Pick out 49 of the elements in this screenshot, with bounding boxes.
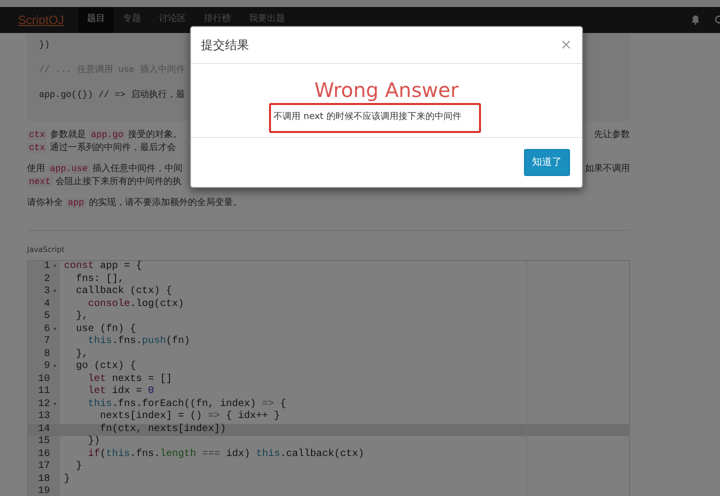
line-number: 11	[36, 386, 51, 399]
code-line: },	[75, 348, 90, 362]
line-number: 4	[42, 298, 51, 311]
line-number: 8	[42, 348, 51, 361]
paragraph-text: 先让参数	[594, 129, 630, 142]
brand-logo[interactable]: ScriptOJ	[18, 7, 64, 33]
line-number: 15	[36, 436, 51, 449]
line-number: 16	[36, 448, 51, 461]
line-number: 17	[36, 461, 51, 474]
search-icon[interactable]	[714, 15, 720, 25]
paragraph-text: 请你补全 app 的实现，请不要添加额外的全局变量。	[27, 197, 242, 210]
code-line: }	[75, 461, 84, 474]
code-line: },	[75, 311, 90, 324]
bell-icon[interactable]	[691, 15, 700, 25]
code-line: callback (ctx) {	[75, 286, 174, 298]
code-line: go (ctx) {	[75, 361, 138, 374]
line-number: 10	[36, 374, 51, 386]
line-number: 7	[42, 336, 51, 349]
error-message: 不调用 next 的时候不应该调用接下来的中间件	[268, 103, 482, 132]
code-line: })	[87, 436, 102, 448]
dialog-title: 提交结果	[201, 37, 249, 54]
code-line: this.fns.push(fn)	[87, 336, 192, 349]
code-line: fns: [],	[75, 274, 126, 286]
verdict-text: Wrong Answer	[314, 78, 459, 102]
nav-link[interactable]: 题目	[78, 7, 114, 33]
code-line: let idx = 0	[87, 386, 156, 398]
line-number: 14	[28, 424, 60, 436]
code-line: const app = {	[63, 261, 144, 274]
code-line: if(this.fns.length === idx) this.callback(ctx)	[87, 448, 366, 462]
line-number: 13	[36, 411, 51, 424]
line-number: 18	[36, 474, 51, 486]
code-line: this.fns.forEach((fn, index) => {	[87, 398, 288, 410]
code-line: use (fn) {	[75, 324, 138, 336]
ok-button[interactable]: 知道了	[524, 149, 570, 176]
paragraph-text: 使用 app.use 插入任意中间件，中间	[27, 163, 183, 176]
close-button[interactable]: ×	[560, 38, 572, 52]
line-number: 19	[36, 486, 51, 496]
nav-link[interactable]: 专题	[114, 7, 150, 33]
code-line: let nexts = []	[87, 374, 174, 386]
code-line: nexts[index] = () => { idx++ }	[99, 411, 282, 424]
paragraph-text: next 会阻止接下来所有的中间件的执	[27, 176, 182, 189]
paragraph-text: ctx 通过一系列的中间件，最后才会	[27, 142, 176, 155]
code-line: }	[63, 474, 72, 486]
paragraph-text: ctx 参数就是 app.go 接受的对象。	[27, 129, 182, 142]
line-number: 2	[42, 274, 51, 286]
code-line: console.log(ctx)	[87, 298, 186, 312]
paragraph-text: 如果不调用	[585, 163, 630, 176]
nav-link[interactable]: 讨论区	[150, 7, 196, 33]
line-number: 5	[42, 311, 51, 324]
